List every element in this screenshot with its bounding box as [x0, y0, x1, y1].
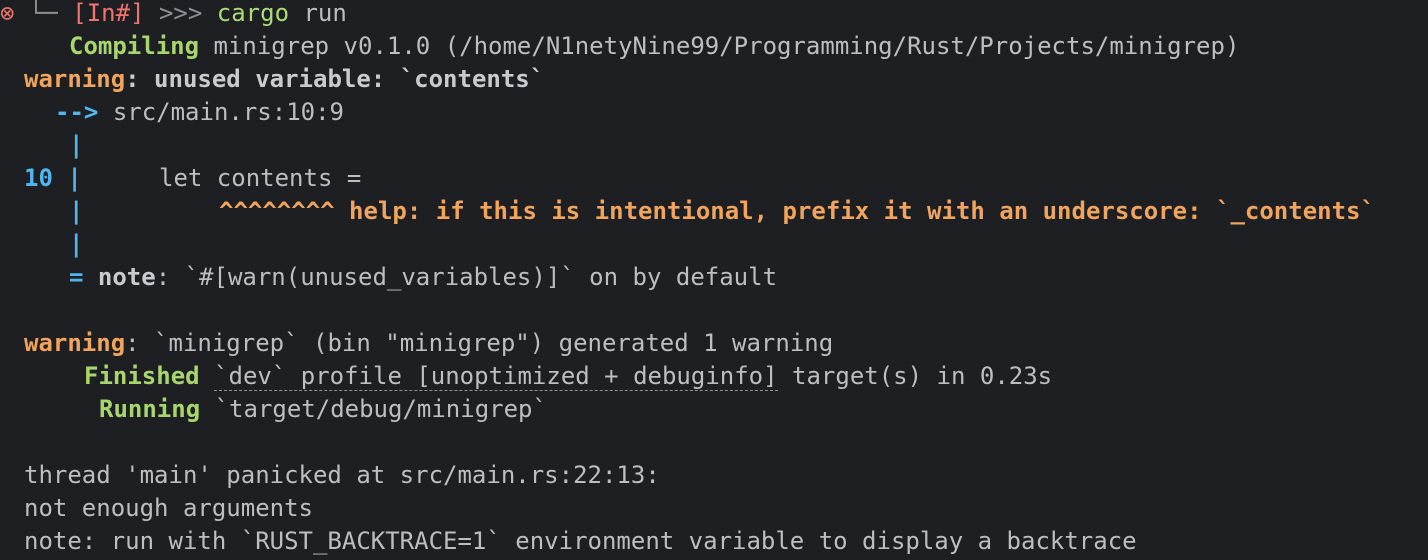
warning-label: warning — [24, 65, 126, 93]
location-arrow: --> — [55, 98, 99, 126]
backtrace-note: note: run with `RUST_BACKTRACE=1` enviro… — [24, 527, 1137, 555]
panic-header: thread 'main' panicked at src/main.rs:22… — [24, 461, 660, 489]
prompt-arrows: >>> — [158, 0, 203, 27]
warning-message: : unused variable: `contents` — [125, 65, 545, 93]
running-label: Running — [99, 395, 201, 423]
gutter-line-2: | — [69, 195, 83, 228]
source-line: 10 | — [24, 162, 82, 195]
help-text: help: if this is intentional, prefix it … — [349, 197, 1375, 225]
panic-line-3: note: run with `RUST_BACKTRACE=1` enviro… — [24, 525, 1137, 558]
warning-summary: : `minigrep` (bin "minigrep") generated … — [125, 329, 834, 357]
compiling-line: Compiling minigrep v0.1.0 (/home/N1netyN… — [69, 30, 1239, 63]
panic-line-2: not enough arguments — [24, 492, 313, 525]
command-arg: run — [303, 0, 347, 27]
compiling-label: Compiling — [69, 32, 200, 60]
note-label: note — [97, 263, 156, 291]
panic-message: not enough arguments — [24, 494, 313, 522]
gutter-pipe: | — [67, 164, 82, 192]
caret-marker: ^^^^^^^^ — [219, 197, 335, 225]
location-line: --> src/main.rs:10:9 — [55, 96, 344, 129]
note-eq: = — [69, 263, 84, 291]
prompt-tag: [In#] — [72, 0, 145, 27]
tree-glyph: └─ — [28, 0, 58, 27]
gutter-pipe: | — [69, 230, 84, 258]
gutter-pipe: | — [69, 131, 84, 159]
prompt-line: ⊗ └─ [In#] >>> cargo run — [0, 0, 347, 30]
finished-rest: target(s) in 0.23s — [777, 362, 1053, 390]
gutter-line-3: | — [69, 228, 83, 261]
warning-line-1: warning: unused variable: `contents` — [24, 63, 544, 96]
running-text: `target/debug/minigrep` — [214, 395, 547, 423]
help-line: ^^^^^^^^ help: if this is intentional, p… — [219, 195, 1375, 228]
warning-line-2: warning: `minigrep` (bin "minigrep") gen… — [24, 327, 833, 360]
gutter-line-1: | — [69, 129, 83, 162]
command-name: cargo — [216, 0, 290, 27]
error-status-icon: ⊗ — [0, 0, 15, 27]
terminal-output: ⊗ └─ [In#] >>> cargo run Compiling minig… — [0, 0, 1428, 560]
source-code-text: let contents = — [159, 164, 362, 192]
profile-link[interactable]: `dev` profile [unoptimized + debuginfo] — [214, 362, 778, 391]
source-code: let contents = — [159, 162, 361, 195]
finished-line: Finished `dev` profile [unoptimized + de… — [84, 360, 1052, 393]
warning-label: warning — [24, 329, 126, 357]
note-text: : `#[warn(unused_variables)]` on by defa… — [155, 263, 778, 291]
panic-line-1: thread 'main' panicked at src/main.rs:22… — [24, 459, 660, 492]
source-line-number: 10 — [24, 164, 53, 192]
finished-label: Finished — [84, 362, 200, 390]
running-line: Running `target/debug/minigrep` — [99, 393, 547, 426]
gutter-pipe: | — [69, 197, 84, 225]
compiling-text: minigrep v0.1.0 (/home/N1netyNine99/Prog… — [213, 32, 1240, 60]
location-text: src/main.rs:10:9 — [112, 98, 344, 126]
note-line: = note: `#[warn(unused_variables)]` on b… — [69, 261, 777, 294]
